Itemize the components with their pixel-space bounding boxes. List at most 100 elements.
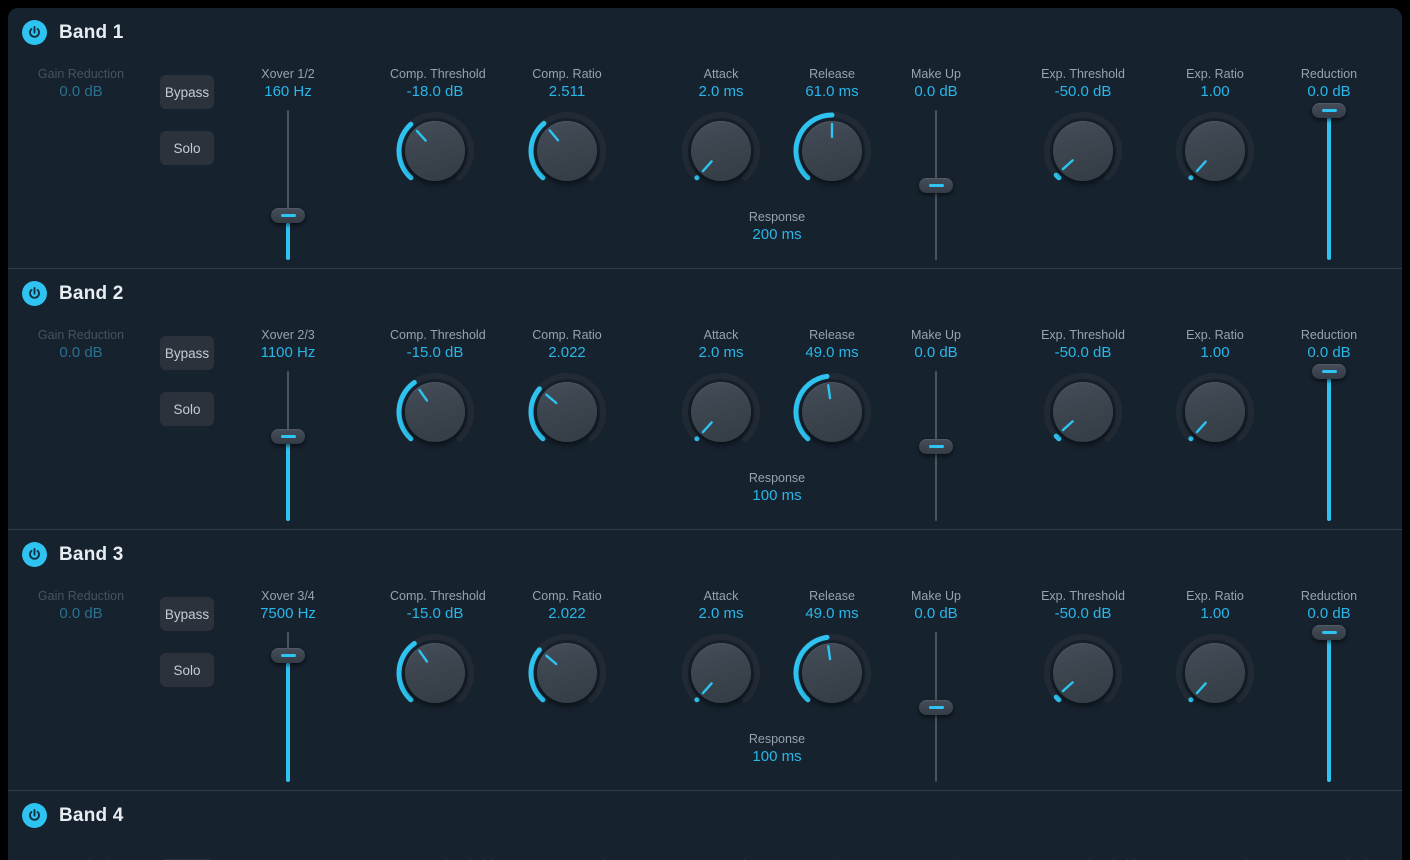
band-row: Band 2 Gain Reduction 0.0 dB Bypass Solo Xove… bbox=[8, 269, 1402, 530]
comp-threshold-pointer bbox=[418, 649, 429, 663]
release-knob[interactable] bbox=[789, 630, 875, 716]
make-up-thumb[interactable] bbox=[919, 700, 953, 715]
comp-threshold-knob[interactable] bbox=[392, 108, 478, 194]
release-pointer bbox=[827, 645, 832, 661]
exp-threshold-value: -50.0 dB bbox=[1054, 83, 1112, 100]
reduction-slider[interactable] bbox=[1299, 364, 1359, 521]
reduction: Reduction 0.0 dB bbox=[1299, 588, 1359, 782]
make-up-thumb-indicator bbox=[928, 706, 944, 709]
release-knob[interactable] bbox=[789, 108, 875, 194]
comp-threshold-value: -18.0 dB bbox=[406, 83, 464, 100]
solo-button[interactable]: Solo bbox=[160, 131, 214, 165]
exp-threshold-knob[interactable] bbox=[1040, 630, 1126, 716]
release: Release 61.0 ms bbox=[788, 66, 876, 194]
xover: Xover 2/3 1100 Hz bbox=[258, 327, 318, 521]
comp-ratio-knob[interactable] bbox=[524, 369, 610, 455]
make-up-label: Make Up bbox=[910, 328, 962, 342]
exp-ratio-label: Exp. Ratio bbox=[1186, 67, 1244, 81]
bypass-button[interactable]: Bypass bbox=[160, 336, 214, 370]
comp-threshold-knob[interactable] bbox=[392, 369, 478, 455]
attack-value: 2.0 ms bbox=[698, 605, 744, 622]
make-up-slider[interactable] bbox=[906, 632, 966, 782]
reduction-thumb[interactable] bbox=[1312, 364, 1346, 379]
xover-slider[interactable] bbox=[258, 110, 318, 260]
response: Response 100 ms bbox=[717, 731, 837, 767]
gain-reduction: Gain Reduction 0.0 dB bbox=[26, 588, 136, 624]
exp-threshold-knob[interactable] bbox=[1040, 369, 1126, 455]
gain-reduction: Gain Reduction 0.0 dB bbox=[26, 327, 136, 363]
exp-ratio: Exp. Ratio 1.00 bbox=[1171, 588, 1259, 716]
make-up-value: 0.0 dB bbox=[914, 605, 958, 622]
comp-threshold-knob[interactable] bbox=[392, 630, 478, 716]
comp-ratio-label: Comp. Ratio bbox=[532, 328, 602, 342]
power-toggle-icon[interactable] bbox=[22, 281, 47, 306]
bypass-button[interactable]: Bypass bbox=[160, 75, 214, 109]
band-title: Band 1 bbox=[59, 21, 124, 43]
make-up-value: 0.0 dB bbox=[914, 344, 958, 361]
make-up-slider[interactable] bbox=[906, 110, 966, 260]
comp-ratio-knob[interactable] bbox=[524, 630, 610, 716]
attack-knob[interactable] bbox=[678, 630, 764, 716]
power-toggle-icon[interactable] bbox=[22, 20, 47, 45]
comp-threshold-value: -15.0 dB bbox=[406, 344, 464, 361]
reduction-slider[interactable] bbox=[1299, 103, 1359, 260]
power-toggle-icon[interactable] bbox=[22, 803, 47, 828]
release: Release 49.0 ms bbox=[788, 588, 876, 716]
xover-value: 160 Hz bbox=[264, 83, 312, 100]
response: Response 200 ms bbox=[717, 209, 837, 245]
exp-threshold-label: Exp. Threshold bbox=[1041, 589, 1125, 603]
comp-threshold-label: Comp. Threshold bbox=[390, 67, 486, 81]
exp-ratio-label: Exp. Ratio bbox=[1186, 328, 1244, 342]
reduction-thumb[interactable] bbox=[1312, 625, 1346, 640]
band-header: Band 3 bbox=[22, 542, 124, 567]
power-toggle-icon[interactable] bbox=[22, 542, 47, 567]
reduction-label: Reduction bbox=[1300, 328, 1358, 342]
attack-knob[interactable] bbox=[678, 369, 764, 455]
reduction-thumb[interactable] bbox=[1312, 103, 1346, 118]
release-label: Release bbox=[809, 67, 855, 81]
comp-ratio-knob[interactable] bbox=[524, 108, 610, 194]
comp-ratio-value: 2.511 bbox=[548, 83, 586, 100]
band-title: Band 2 bbox=[59, 282, 124, 304]
reduction-slider[interactable] bbox=[1299, 625, 1359, 782]
solo-button[interactable]: Solo bbox=[160, 653, 214, 687]
release-knob[interactable] bbox=[789, 369, 875, 455]
gain-reduction-label: Gain Reduction bbox=[37, 67, 125, 81]
bypass-button[interactable]: Bypass bbox=[160, 597, 214, 631]
gain-reduction-label: Gain Reduction bbox=[37, 589, 125, 603]
exp-ratio-knob[interactable] bbox=[1172, 108, 1258, 194]
make-up-thumb[interactable] bbox=[919, 178, 953, 193]
make-up-slider[interactable] bbox=[906, 371, 966, 521]
gain-reduction-value: 0.0 dB bbox=[59, 605, 103, 622]
comp-threshold-pointer bbox=[415, 129, 427, 142]
xover-thumb[interactable] bbox=[271, 208, 305, 223]
xover-slider[interactable] bbox=[258, 371, 318, 521]
attack-value: 2.0 ms bbox=[698, 344, 744, 361]
attack-knob[interactable] bbox=[678, 108, 764, 194]
exp-threshold: Exp. Threshold -50.0 dB bbox=[1039, 66, 1127, 194]
reduction-thumb-indicator bbox=[1321, 631, 1337, 634]
solo-button[interactable]: Solo bbox=[160, 392, 214, 426]
exp-ratio-knob[interactable] bbox=[1172, 369, 1258, 455]
reduction-label: Reduction bbox=[1300, 589, 1358, 603]
exp-ratio-knob[interactable] bbox=[1172, 630, 1258, 716]
make-up-thumb[interactable] bbox=[919, 439, 953, 454]
response-value: 200 ms bbox=[752, 226, 802, 243]
exp-threshold: Exp. Threshold -50.0 dB bbox=[1039, 327, 1127, 455]
attack-label: Attack bbox=[703, 328, 739, 342]
exp-threshold-knob[interactable] bbox=[1040, 108, 1126, 194]
exp-ratio: Exp. Ratio 1.00 bbox=[1171, 66, 1259, 194]
band-header: Band 2 bbox=[22, 281, 124, 306]
comp-ratio-label: Comp. Ratio bbox=[532, 67, 602, 81]
xover-fill bbox=[286, 436, 290, 521]
make-up-thumb-indicator bbox=[928, 184, 944, 187]
xover-slider[interactable] bbox=[258, 632, 318, 782]
xover-thumb[interactable] bbox=[271, 648, 305, 663]
attack-label: Attack bbox=[703, 589, 739, 603]
xover-thumb-indicator bbox=[280, 435, 296, 438]
make-up: Make Up 0.0 dB bbox=[906, 327, 966, 521]
make-up: Make Up 0.0 dB bbox=[906, 588, 966, 782]
comp-ratio-pointer bbox=[545, 393, 558, 405]
xover: Xover 1/2 160 Hz bbox=[258, 66, 318, 260]
xover-thumb[interactable] bbox=[271, 429, 305, 444]
